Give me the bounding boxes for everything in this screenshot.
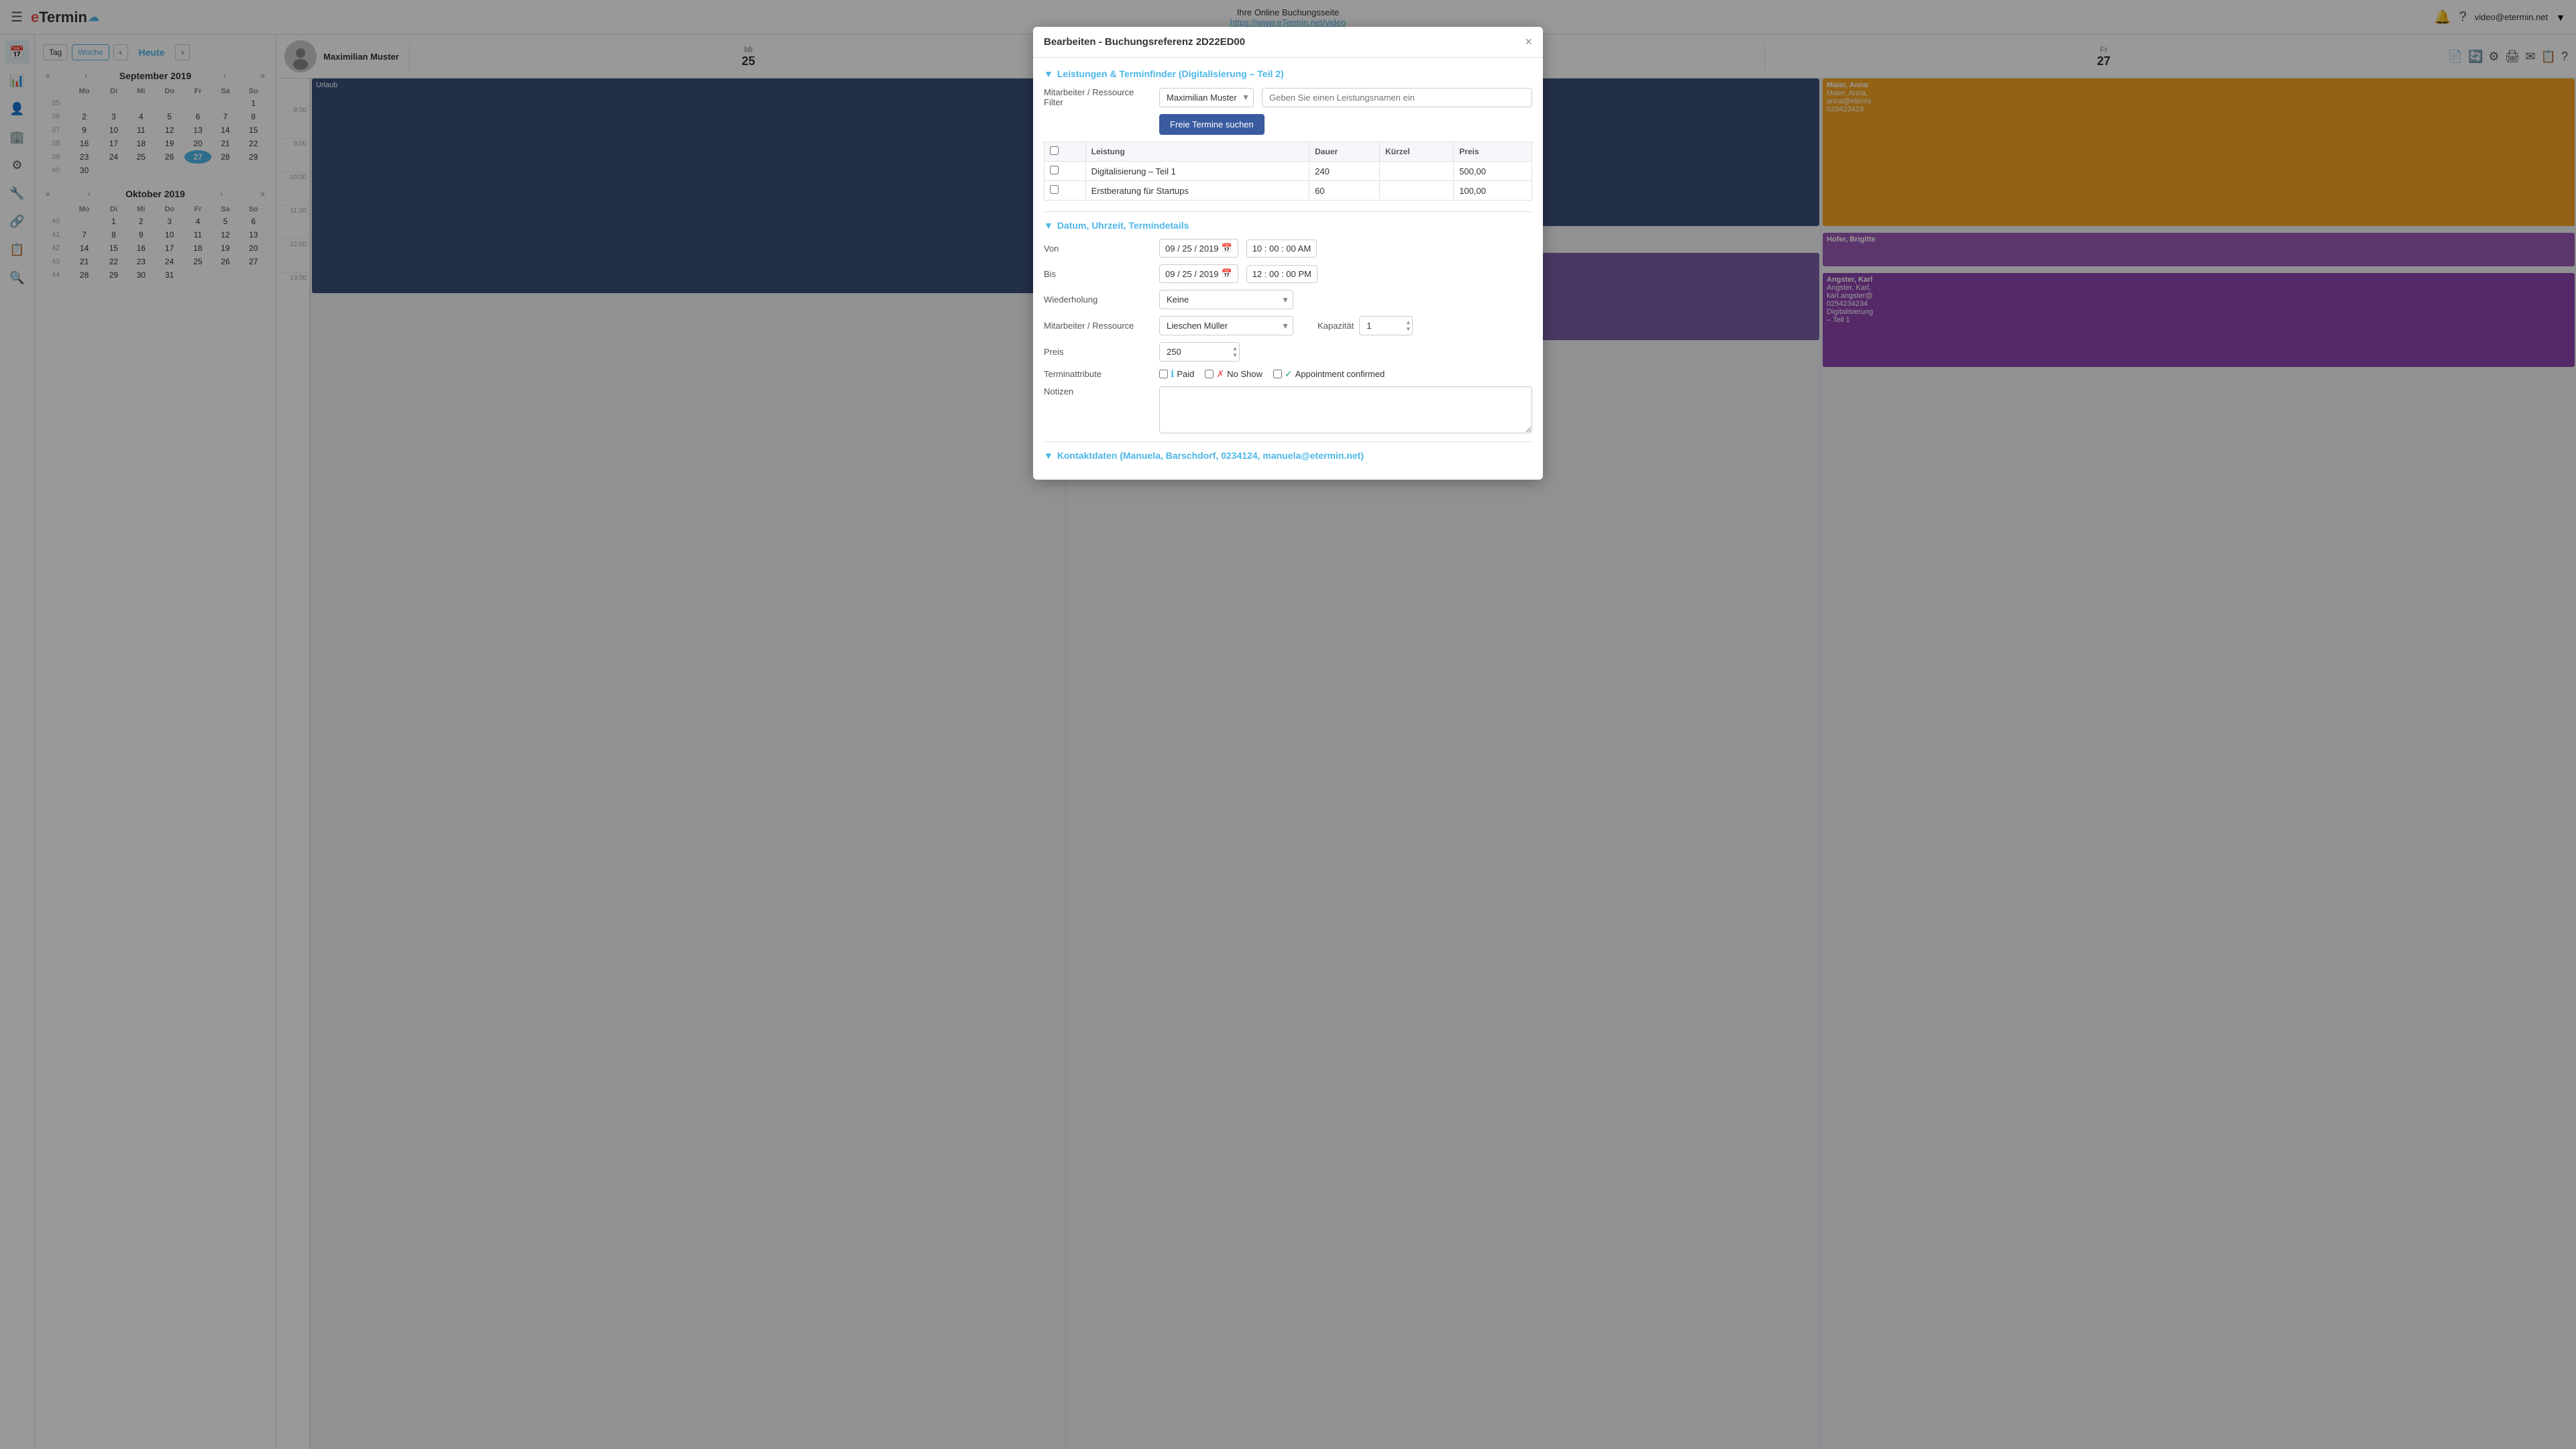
noshow-checkbox[interactable] — [1205, 370, 1214, 378]
terminattribute-row: Terminattribute ℹ Paid ✗ No Show ✓ — [1044, 368, 1532, 380]
services-table-header-row: Leistung Dauer Kürzel Preis — [1044, 142, 1532, 162]
preis-row: Preis ▲ ▼ — [1044, 342, 1532, 362]
preis-spinner-buttons: ▲ ▼ — [1232, 345, 1238, 359]
filter-row: Mitarbeiter / Ressource Filter Maximilia… — [1044, 87, 1532, 107]
service-2-kurzel — [1379, 181, 1453, 201]
notizen-label: Notizen — [1044, 386, 1151, 396]
kapazitat-spinner-buttons: ▲ ▼ — [1405, 319, 1411, 333]
von-row: Von 09 / 25 / 2019 📅 10 : 00 : 00 AM — [1044, 239, 1532, 258]
mitarbeiter-filter-wrapper: Maximilian Muster ▼ — [1159, 88, 1254, 107]
mitarbeiter-ressource-select[interactable]: Lieschen Müller Maximilian Muster — [1159, 316, 1293, 335]
paid-checkbox[interactable] — [1159, 370, 1168, 378]
von-date-value: 09 / 25 / 2019 — [1165, 244, 1219, 254]
confirmed-attribute-item: ✓ Appointment confirmed — [1273, 368, 1385, 380]
preis-up-button[interactable]: ▲ — [1232, 345, 1238, 352]
section2-arrow[interactable]: ▼ — [1044, 220, 1053, 231]
service-1-checkbox[interactable] — [1050, 166, 1059, 174]
modal-header: Bearbeiten - Buchungsreferenz 2D22ED00 × — [1033, 27, 1543, 58]
section3-header: ▼ Kontaktdaten (Manuela, Barschdorf, 023… — [1044, 450, 1532, 461]
service-2-checkbox-cell — [1044, 181, 1086, 201]
service-row-1: Digitalisierung – Teil 1 240 500,00 — [1044, 162, 1532, 181]
section1-header: ▼ Leistungen & Terminfinder (Digitalisie… — [1044, 68, 1532, 79]
wiederholung-wrapper: Keine Täglich Wöchentlich ▼ — [1159, 290, 1293, 309]
wiederholung-label: Wiederholung — [1044, 294, 1151, 305]
col-preis-header: Preis — [1454, 142, 1532, 162]
modal-close-button[interactable]: × — [1525, 35, 1532, 49]
von-label: Von — [1044, 244, 1151, 254]
paid-info-icon: ℹ — [1171, 368, 1174, 380]
kapazitat-label: Kapazität — [1318, 321, 1354, 331]
mitarbeiter-ressource-label: Mitarbeiter / Ressource — [1044, 321, 1151, 331]
service-1-checkbox-cell — [1044, 162, 1086, 181]
preis-down-button[interactable]: ▼ — [1232, 352, 1238, 359]
preis-label: Preis — [1044, 347, 1151, 357]
kapazitat-down-button[interactable]: ▼ — [1405, 326, 1411, 333]
bis-time-input[interactable]: 12 : 00 : 00 PM — [1246, 265, 1318, 283]
confirmed-label: Appointment confirmed — [1295, 369, 1385, 379]
mitarbeiter-ressource-wrapper: Lieschen Müller Maximilian Muster ▼ — [1159, 316, 1293, 335]
notizen-row: Notizen — [1044, 386, 1532, 433]
section-divider-2 — [1044, 441, 1532, 442]
noshow-label: No Show — [1227, 369, 1263, 379]
calendar2-icon: 📅 — [1222, 268, 1232, 279]
service-1-kurzel — [1379, 162, 1453, 181]
preis-input[interactable] — [1159, 342, 1240, 362]
bis-label: Bis — [1044, 269, 1151, 279]
section3-title[interactable]: Kontaktdaten (Manuela, Barschdorf, 02341… — [1057, 450, 1364, 461]
col-leistung-header: Leistung — [1085, 142, 1309, 162]
search-btn-row: Freie Termine suchen — [1044, 114, 1532, 135]
von-time-input[interactable]: 10 : 00 : 00 AM — [1246, 239, 1317, 258]
von-date-input[interactable]: 09 / 25 / 2019 📅 — [1159, 239, 1238, 258]
kapazitat-spinner: ▲ ▼ — [1359, 316, 1413, 335]
paid-label: Paid — [1177, 369, 1194, 379]
section-divider-1 — [1044, 211, 1532, 212]
section2-header: ▼ Datum, Uhrzeit, Termindetails — [1044, 220, 1532, 231]
modal-overlay[interactable]: Bearbeiten - Buchungsreferenz 2D22ED00 ×… — [0, 0, 2576, 1449]
col-dauer-header: Dauer — [1309, 142, 1380, 162]
section2-title: Datum, Uhrzeit, Termindetails — [1057, 220, 1189, 231]
services-table: Leistung Dauer Kürzel Preis Digitalisier… — [1044, 142, 1532, 201]
filter-label: Mitarbeiter / Ressource Filter — [1044, 87, 1151, 107]
terminattribute-checkboxes: ℹ Paid ✗ No Show ✓ Appointment confirmed — [1159, 368, 1385, 380]
paid-attribute-item: ℹ Paid — [1159, 368, 1194, 380]
service-2-checkbox[interactable] — [1050, 185, 1059, 194]
calendar-icon: 📅 — [1222, 243, 1232, 254]
section1-title: Leistungen & Terminfinder (Digitalisieru… — [1057, 68, 1284, 79]
bis-date-input[interactable]: 09 / 25 / 2019 📅 — [1159, 264, 1238, 283]
service-1-dauer: 240 — [1309, 162, 1380, 181]
confirmed-check-icon: ✓ — [1285, 368, 1293, 380]
service-2-dauer: 60 — [1309, 181, 1380, 201]
noshow-x-icon: ✗ — [1216, 368, 1224, 380]
wiederholung-row: Wiederholung Keine Täglich Wöchentlich ▼ — [1044, 290, 1532, 309]
mitarbeiter-ressource-row: Mitarbeiter / Ressource Lieschen Müller … — [1044, 316, 1532, 335]
select-all-checkbox[interactable] — [1050, 146, 1059, 155]
kapazitat-up-button[interactable]: ▲ — [1405, 319, 1411, 326]
service-2-name: Erstberatung für Startups — [1085, 181, 1309, 201]
col-kurzel-header: Kürzel — [1379, 142, 1453, 162]
noshow-attribute-item: ✗ No Show — [1205, 368, 1262, 380]
notizen-textarea[interactable] — [1159, 386, 1532, 433]
service-row-2: Erstberatung für Startups 60 100,00 — [1044, 181, 1532, 201]
service-1-preis: 500,00 — [1454, 162, 1532, 181]
confirmed-checkbox[interactable] — [1273, 370, 1282, 378]
service-2-preis: 100,00 — [1454, 181, 1532, 201]
service-1-name: Digitalisierung – Teil 1 — [1085, 162, 1309, 181]
mitarbeiter-filter-select[interactable]: Maximilian Muster — [1159, 88, 1254, 107]
modal-body: ▼ Leistungen & Terminfinder (Digitalisie… — [1033, 58, 1543, 480]
preis-spinner: ▲ ▼ — [1159, 342, 1240, 362]
wiederholung-select[interactable]: Keine Täglich Wöchentlich — [1159, 290, 1293, 309]
section1-arrow[interactable]: ▼ — [1044, 68, 1053, 79]
section3-arrow[interactable]: ▼ — [1044, 450, 1053, 461]
bis-row: Bis 09 / 25 / 2019 📅 12 : 00 : 00 PM — [1044, 264, 1532, 283]
col-checkbox-header — [1044, 142, 1086, 162]
leistung-search-input[interactable] — [1262, 88, 1532, 107]
terminattribute-label: Terminattribute — [1044, 369, 1151, 379]
bis-date-value: 09 / 25 / 2019 — [1165, 269, 1219, 279]
modal-title: Bearbeiten - Buchungsreferenz 2D22ED00 — [1044, 36, 1245, 48]
kapazitat-group: Kapazität ▲ ▼ — [1318, 316, 1413, 335]
edit-modal: Bearbeiten - Buchungsreferenz 2D22ED00 ×… — [1033, 27, 1543, 480]
freie-termine-button[interactable]: Freie Termine suchen — [1159, 114, 1265, 135]
